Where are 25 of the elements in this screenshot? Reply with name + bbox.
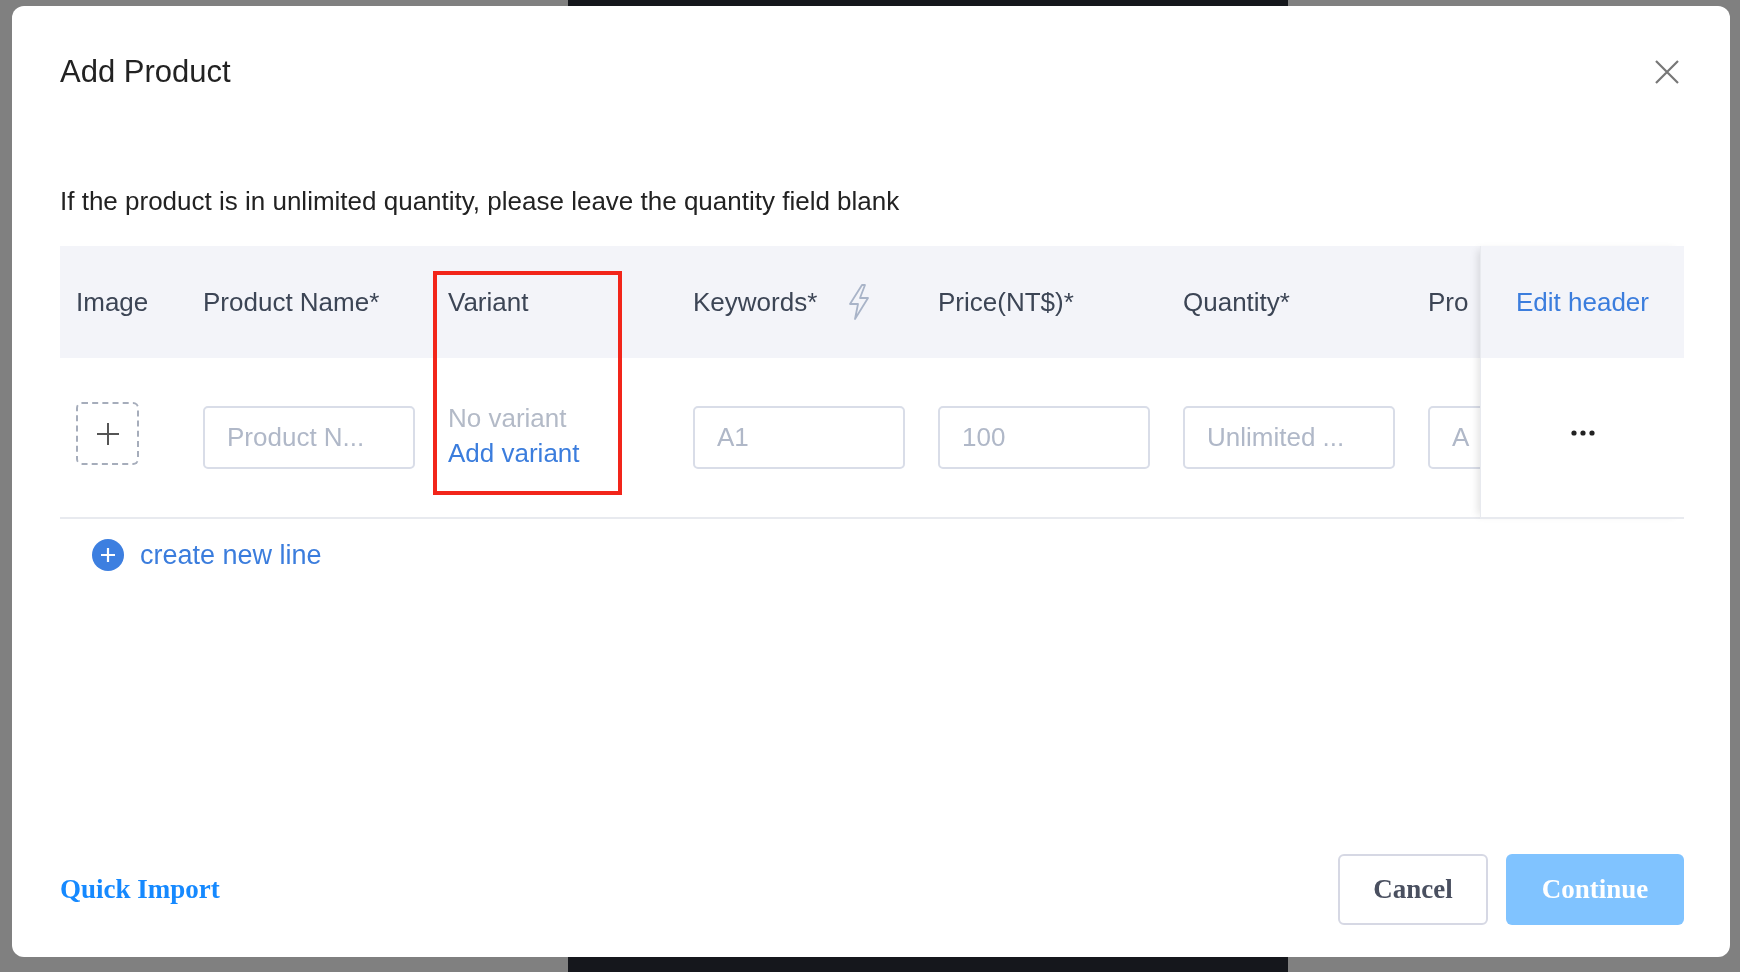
- quick-import-link[interactable]: Quick Import: [60, 874, 220, 905]
- more-icon[interactable]: [1570, 429, 1595, 436]
- input-field[interactable]: A: [1428, 406, 1480, 469]
- image-upload[interactable]: [76, 402, 139, 465]
- column-header: Product Name*: [203, 286, 380, 318]
- create-line-link[interactable]: create new line: [140, 539, 322, 571]
- column-header: Variant: [448, 286, 529, 318]
- add-variant-link[interactable]: Add variant: [448, 437, 580, 469]
- input-field[interactable]: 100: [938, 406, 1150, 469]
- column-header: Quantity*: [1183, 286, 1290, 318]
- column-header: Price(NT$)*: [938, 286, 1074, 318]
- plus-icon: [95, 421, 120, 446]
- close-icon[interactable]: [1654, 59, 1680, 85]
- column-header: Keywords*: [693, 286, 818, 318]
- add-circle-icon[interactable]: [92, 539, 124, 571]
- column-header: Image: [76, 286, 149, 318]
- instruction-text: If the product is in unlimited quantity, please leave the quantity field blank: [60, 185, 901, 218]
- input-field[interactable]: Product N...: [203, 406, 415, 469]
- dialog-title: Add Product: [60, 53, 231, 91]
- column-header: Pro: [1428, 286, 1469, 318]
- cancel-button[interactable]: Cancel: [1338, 854, 1488, 925]
- input-field[interactable]: A1: [693, 406, 905, 469]
- input-field[interactable]: Unlimited ...: [1183, 406, 1395, 469]
- edit-header-link[interactable]: Edit header: [1516, 286, 1649, 318]
- variant-status: No variant: [448, 402, 568, 434]
